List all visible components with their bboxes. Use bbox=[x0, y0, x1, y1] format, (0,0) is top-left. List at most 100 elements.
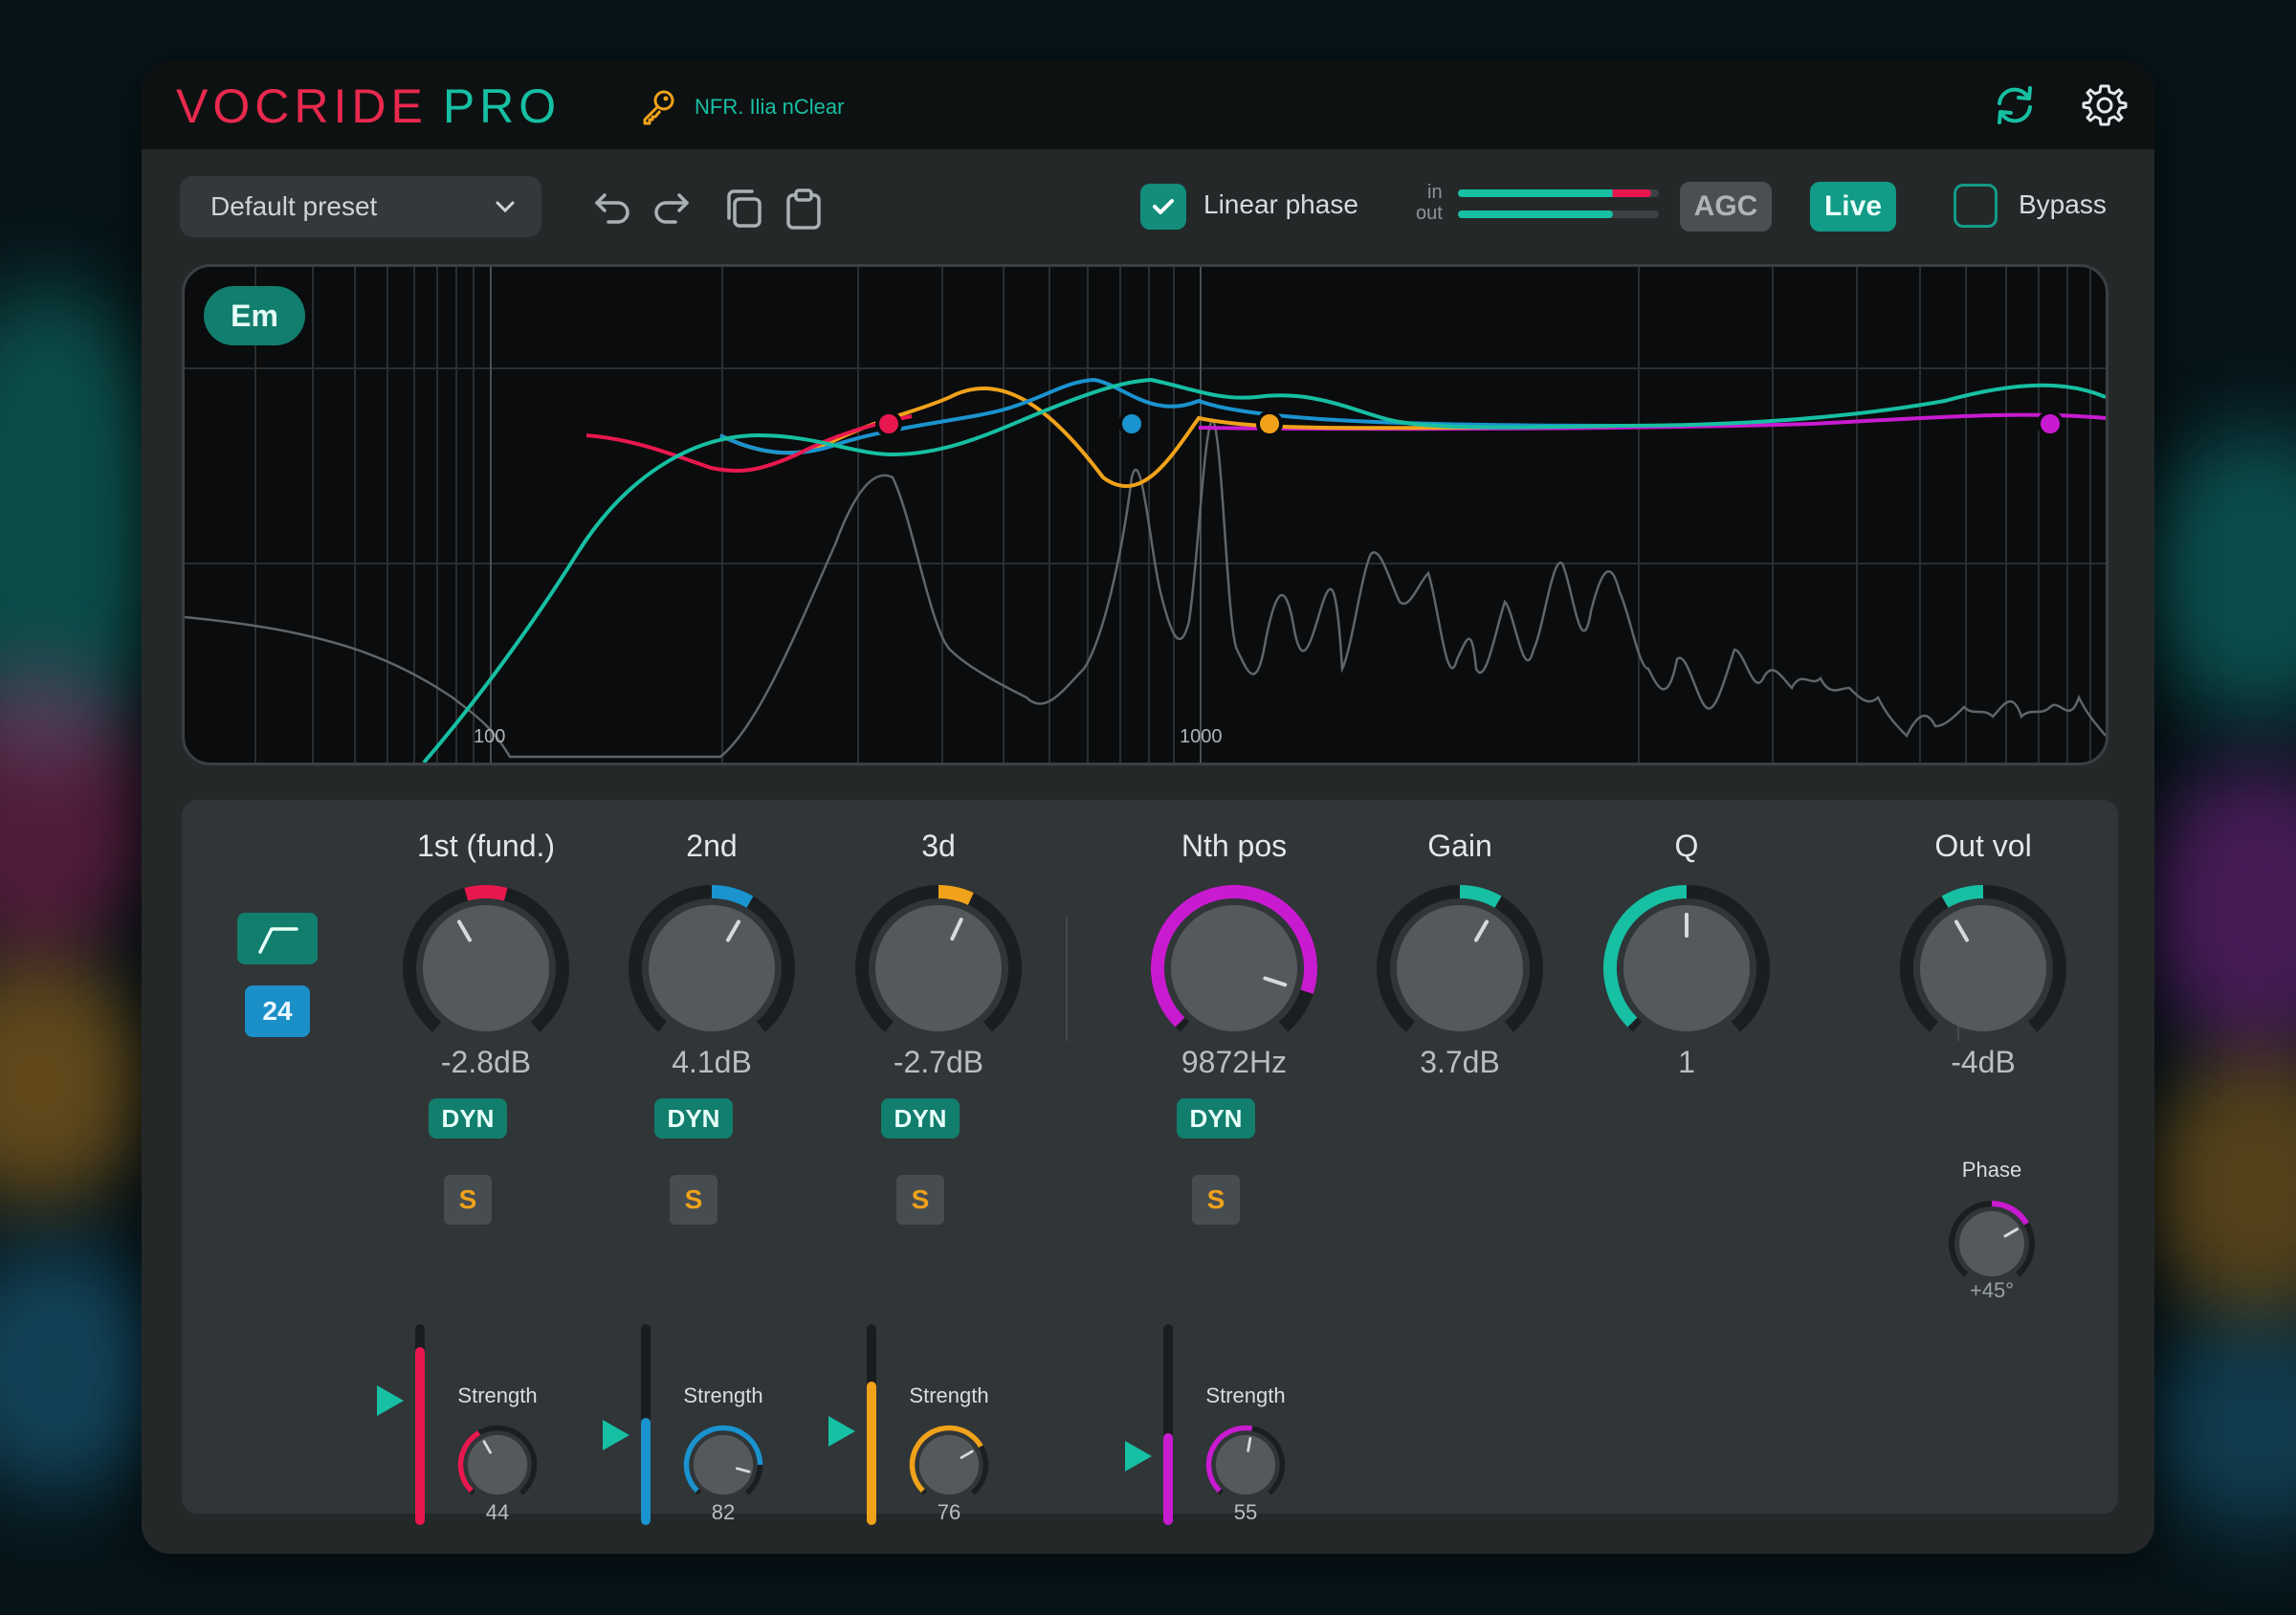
license-info[interactable]: NFR. Ilia nClear bbox=[639, 88, 844, 126]
knob-value-gain: 3.7dB bbox=[1420, 1045, 1500, 1079]
solo-button-second[interactable]: S bbox=[670, 1175, 718, 1225]
input-meter bbox=[1458, 189, 1659, 197]
strength-meter-third bbox=[867, 1324, 876, 1525]
knob-value-q: 1 bbox=[1678, 1045, 1695, 1079]
live-button[interactable]: Live bbox=[1810, 182, 1896, 232]
toolbar: Default preset Linear phase in out AGC L… bbox=[142, 149, 2154, 264]
solo-button-third[interactable]: S bbox=[896, 1175, 944, 1225]
strength-value-nth: 55 bbox=[1233, 1500, 1258, 1524]
dyn-button-fund[interactable]: DYN bbox=[429, 1098, 507, 1139]
strength-meter-nth bbox=[1163, 1324, 1173, 1525]
knob-out-vol[interactable] bbox=[1897, 882, 2069, 1054]
knob-third-gain[interactable] bbox=[852, 882, 1025, 1054]
preset-label: Default preset bbox=[210, 191, 378, 221]
strength-value-fund: 44 bbox=[485, 1500, 510, 1524]
knob-cap bbox=[467, 1434, 528, 1495]
strength-value-third: 76 bbox=[937, 1500, 961, 1524]
play-triangle-icon[interactable] bbox=[1121, 1437, 1156, 1475]
bypass-checkbox[interactable] bbox=[1954, 184, 1998, 228]
linear-phase-label: Linear phase bbox=[1203, 189, 1358, 219]
key-icon bbox=[643, 90, 674, 125]
knob-cap bbox=[1397, 905, 1523, 1031]
knob-nth-frequency[interactable] bbox=[1148, 882, 1320, 1054]
checkmark-icon bbox=[1153, 199, 1174, 214]
logo-text-pro: PRO bbox=[442, 79, 562, 133]
band-handle-second[interactable] bbox=[1118, 410, 1145, 437]
logo-text-vocride: VOCRIDE bbox=[176, 79, 428, 133]
strength-label-nth: Strength bbox=[1205, 1383, 1286, 1407]
play-triangle-icon[interactable] bbox=[599, 1416, 633, 1454]
divider bbox=[1066, 917, 1068, 1041]
output-meter bbox=[1458, 210, 1659, 218]
knob-cap bbox=[1171, 905, 1297, 1031]
knob-cap bbox=[693, 1434, 754, 1495]
band-handle-fund[interactable] bbox=[875, 410, 902, 437]
knob-value-arc bbox=[711, 885, 754, 908]
strength-meter-fill bbox=[1163, 1433, 1173, 1525]
plugin-window: VOCRIDE PRO NFR. Ilia nClear Default pres… bbox=[142, 61, 2154, 1554]
strength-label-fund: Strength bbox=[457, 1383, 538, 1407]
play-triangle-icon[interactable] bbox=[825, 1412, 859, 1450]
output-meter-fill bbox=[1458, 210, 1613, 218]
phase-value: +45° bbox=[1969, 1278, 2015, 1302]
filter-order-button[interactable]: 24 bbox=[245, 985, 310, 1037]
note-badge[interactable]: Em bbox=[204, 286, 305, 345]
band-handle-third[interactable] bbox=[1256, 410, 1283, 437]
dyn-button-second[interactable]: DYN bbox=[654, 1098, 733, 1139]
copy-icon[interactable] bbox=[723, 188, 765, 230]
title-bar: VOCRIDE PRO NFR. Ilia nClear bbox=[142, 61, 2154, 149]
eq-major-grid bbox=[490, 267, 1202, 763]
knob-value-arc bbox=[1459, 885, 1502, 908]
knob-title-gain: Gain bbox=[1427, 829, 1492, 863]
strength-label-second: Strength bbox=[683, 1383, 763, 1407]
strength-meter-fill bbox=[641, 1418, 651, 1525]
knob-value-arc bbox=[1941, 885, 1984, 908]
eq-grid bbox=[185, 267, 2106, 763]
strength-meter-fill bbox=[415, 1347, 425, 1525]
dyn-button-nth[interactable]: DYN bbox=[1177, 1098, 1255, 1139]
solo-button-nth[interactable]: S bbox=[1192, 1175, 1240, 1225]
knob-fund-gain[interactable] bbox=[400, 882, 572, 1054]
knob-title-third: 3d bbox=[921, 829, 956, 863]
knob-value-arc bbox=[938, 885, 974, 905]
knob-cap bbox=[423, 905, 549, 1031]
agc-button[interactable]: AGC bbox=[1680, 182, 1772, 232]
preset-dropdown[interactable]: Default preset bbox=[180, 176, 541, 237]
knob-gain[interactable] bbox=[1374, 882, 1546, 1054]
redo-icon[interactable] bbox=[651, 188, 693, 230]
strength-meter-fill bbox=[867, 1382, 876, 1525]
linear-phase-checkbox[interactable] bbox=[1140, 184, 1186, 230]
knob-title-second: 2nd bbox=[686, 829, 738, 863]
dyn-button-third[interactable]: DYN bbox=[881, 1098, 960, 1139]
knob-value-third: -2.7dB bbox=[893, 1045, 984, 1079]
bypass-label: Bypass bbox=[2019, 189, 2107, 219]
gear-icon[interactable] bbox=[2082, 82, 2128, 128]
play-triangle-icon[interactable] bbox=[373, 1382, 408, 1420]
knob-cap bbox=[918, 1434, 980, 1495]
knob-value-out-vol: -4dB bbox=[1951, 1045, 2016, 1079]
eq-display[interactable]: Em 100 1000 bbox=[182, 264, 2108, 765]
eq-curve-fund bbox=[585, 414, 913, 474]
band-handle-nth[interactable] bbox=[2037, 410, 2064, 437]
undo-icon[interactable] bbox=[591, 188, 633, 230]
meter-out-label: out bbox=[1416, 203, 1443, 224]
solo-button-fund[interactable]: S bbox=[444, 1175, 492, 1225]
meter-in-label: in bbox=[1427, 182, 1443, 203]
knob-value-arc bbox=[464, 885, 508, 901]
controls-panel: 24 1st (fund.) -2.8dB DYN S 2nd 4.1dB DY… bbox=[182, 800, 2118, 1525]
sync-icon[interactable] bbox=[1992, 82, 2038, 128]
phase-label: Phase bbox=[1961, 1158, 2022, 1182]
paste-icon[interactable] bbox=[783, 188, 825, 230]
filter-slope-button[interactable] bbox=[237, 913, 318, 964]
knob-cap bbox=[649, 905, 775, 1031]
knob-cap bbox=[1920, 905, 2046, 1031]
knob-title-out-vol: Out vol bbox=[1934, 829, 2032, 863]
app-logo: VOCRIDE PRO bbox=[176, 78, 561, 134]
knob-q[interactable] bbox=[1601, 882, 1773, 1054]
strength-label-third: Strength bbox=[909, 1383, 989, 1407]
strength-value-second: 82 bbox=[711, 1500, 736, 1524]
knob-value-second: 4.1dB bbox=[672, 1045, 752, 1079]
knob-value-nth: 9872Hz bbox=[1181, 1045, 1288, 1079]
eq-curve-second bbox=[719, 377, 1621, 455]
knob-second-gain[interactable] bbox=[626, 882, 798, 1054]
